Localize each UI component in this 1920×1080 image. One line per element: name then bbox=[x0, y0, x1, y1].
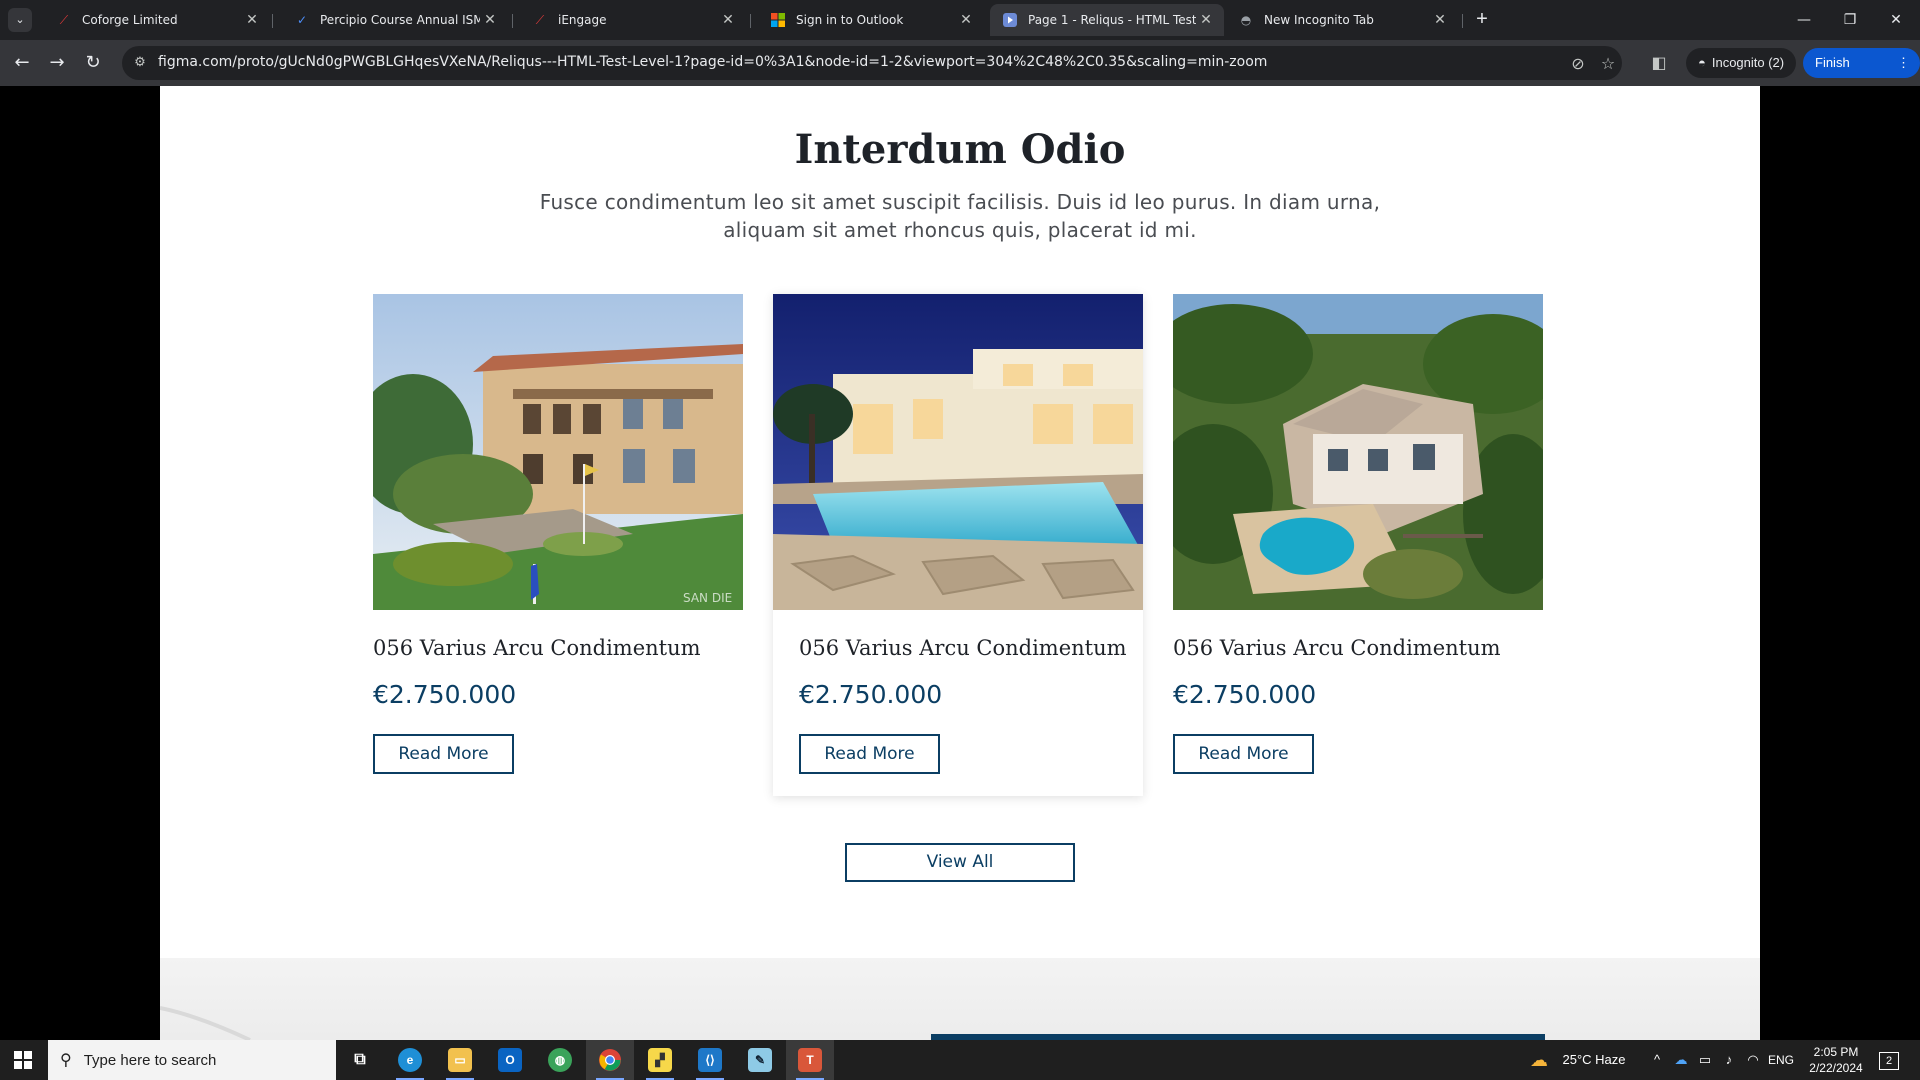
restore-icon[interactable]: ❐ bbox=[1827, 0, 1873, 40]
incognito-icon: ◓ bbox=[1240, 13, 1252, 27]
file-explorer-icon[interactable]: ▭ bbox=[436, 1040, 484, 1080]
property-title[interactable]: 056 Varius Arcu Condimentum bbox=[1173, 636, 1501, 660]
view-all-button[interactable]: View All bbox=[845, 843, 1075, 882]
show-hidden-icons-icon[interactable]: ^ bbox=[1646, 1040, 1668, 1080]
wifi-icon[interactable]: ◠ bbox=[1742, 1040, 1764, 1080]
side-panel-icon[interactable]: ◧ bbox=[1648, 52, 1670, 74]
property-price: €2.750.000 bbox=[799, 680, 943, 709]
windows-taskbar: ⚲ Type here to search ⧉ e ▭ O ◍ ▞ ⟨⟩ ✎ T… bbox=[0, 1040, 1920, 1080]
property-card[interactable]: 056 Varius Arcu Condimentum €2.750.000 R… bbox=[1173, 294, 1543, 796]
property-price: €2.750.000 bbox=[373, 680, 517, 709]
property-photo[interactable] bbox=[1173, 294, 1543, 610]
taskbar-clock[interactable]: 2:05 PM 2/22/2024 bbox=[1796, 1044, 1876, 1076]
vscode-icon[interactable]: ⟨⟩ bbox=[686, 1040, 734, 1080]
property-price: €2.750.000 bbox=[1173, 680, 1317, 709]
browser-toolbar: ← → ↻ ⚙ figma.com/proto/gUcNd0gPWGBLGHqe… bbox=[0, 40, 1920, 100]
microsoft-icon bbox=[770, 12, 786, 28]
address-bar[interactable]: ⚙ figma.com/proto/gUcNd0gPWGBLGHqesVXeNA… bbox=[122, 46, 1622, 80]
bookmark-star-icon[interactable]: ☆ bbox=[1598, 54, 1618, 74]
tab-separator bbox=[1462, 14, 1463, 28]
coforge-icon: ⟋ bbox=[59, 12, 69, 27]
tab-outlook[interactable]: Sign in to Outlook ✕ bbox=[758, 4, 984, 36]
photo-watermark: SAN DIE bbox=[683, 591, 732, 605]
tab-percipio[interactable]: ✓ Percipio Course Annual ISMS C ✕ bbox=[282, 4, 508, 36]
figma-icon bbox=[1002, 12, 1018, 28]
window-close-icon[interactable]: ✕ bbox=[1873, 0, 1919, 40]
tab-coforge[interactable]: ⟋ Coforge Limited ✕ bbox=[44, 4, 270, 36]
incognito-indicator[interactable]: ◓ Incognito (2) bbox=[1686, 48, 1797, 78]
new-tab-button[interactable]: + bbox=[1470, 8, 1494, 32]
property-photo[interactable] bbox=[773, 294, 1143, 610]
read-more-button[interactable]: Read More bbox=[799, 734, 940, 774]
section-title: Interdum Odio bbox=[794, 126, 1126, 173]
url-text[interactable]: figma.com/proto/gUcNd0gPWGBLGHqesVXeNA/R… bbox=[158, 54, 1267, 70]
tab-figma-active[interactable]: Page 1 - Reliqus - HTML Test Le ✕ bbox=[990, 4, 1224, 36]
close-tab-icon[interactable]: ✕ bbox=[1430, 12, 1450, 28]
read-more-button[interactable]: Read More bbox=[1173, 734, 1314, 774]
tab-separator bbox=[272, 14, 273, 28]
search-icon: ⚲ bbox=[60, 1052, 72, 1069]
notepad-icon[interactable]: ✎ bbox=[736, 1040, 784, 1080]
notifications-icon[interactable]: 2 bbox=[1874, 1040, 1904, 1080]
tab-new-incognito[interactable]: ◓ New Incognito Tab ✕ bbox=[1226, 4, 1458, 36]
weather-icon[interactable]: ☁ bbox=[1524, 1040, 1554, 1080]
coforge-icon: ⟋ bbox=[535, 12, 545, 27]
property-photo[interactable]: SAN DIE bbox=[373, 294, 743, 610]
finish-update-button[interactable]: Finish update ⋮ bbox=[1803, 48, 1920, 100]
incognito-icon: ◓ bbox=[1698, 55, 1706, 70]
property-card[interactable]: SAN DIE 056 Varius Arcu Condimentum €2.7… bbox=[373, 294, 743, 796]
browser-tab-strip: ⌄ ⟋ Coforge Limited ✕ ✓ Percipio Course … bbox=[0, 0, 1920, 40]
close-tab-icon[interactable]: ✕ bbox=[1196, 12, 1216, 28]
more-menu-icon[interactable]: ⋮ bbox=[1897, 48, 1910, 78]
taskbar-search-box[interactable]: ⚲ Type here to search bbox=[48, 1040, 336, 1080]
property-card[interactable]: 056 Varius Arcu Condimentum €2.750.000 R… bbox=[773, 294, 1143, 796]
figma-prototype-frame: Interdum Odio Fusce condimentum leo sit … bbox=[160, 86, 1760, 1040]
close-tab-icon[interactable]: ✕ bbox=[480, 12, 500, 28]
forward-icon[interactable]: → bbox=[44, 50, 70, 76]
tab-separator bbox=[512, 14, 513, 28]
weather-text[interactable]: 25°C Haze bbox=[1556, 1040, 1632, 1080]
windows-start-icon[interactable] bbox=[0, 1040, 46, 1080]
globe-app-icon[interactable]: ◍ bbox=[536, 1040, 584, 1080]
teams-icon[interactable]: T bbox=[786, 1040, 834, 1080]
chrome-icon[interactable] bbox=[586, 1040, 634, 1080]
sticky-notes-icon[interactable]: ▞ bbox=[636, 1040, 684, 1080]
close-tab-icon[interactable]: ✕ bbox=[956, 12, 976, 28]
page-viewport: Interdum Odio Fusce condimentum leo sit … bbox=[0, 86, 1920, 1040]
volume-icon[interactable]: ♪ bbox=[1718, 1040, 1740, 1080]
decorative-stroke bbox=[160, 1006, 251, 1040]
edge-icon[interactable]: e bbox=[386, 1040, 434, 1080]
reload-icon[interactable]: ↻ bbox=[80, 50, 106, 76]
close-tab-icon[interactable]: ✕ bbox=[242, 12, 262, 28]
battery-icon[interactable]: ▭ bbox=[1694, 1040, 1716, 1080]
property-title[interactable]: 056 Varius Arcu Condimentum bbox=[373, 636, 701, 660]
task-view-icon[interactable]: ⧉ bbox=[336, 1040, 384, 1080]
tab-iengage[interactable]: ⟋ iEngage ✕ bbox=[520, 4, 746, 36]
section-subtitle: Fusce condimentum leo sit amet suscipit … bbox=[539, 190, 1381, 242]
tab-separator bbox=[750, 14, 751, 28]
site-info-icon[interactable]: ⚙ bbox=[130, 54, 150, 72]
back-icon[interactable]: ← bbox=[9, 50, 35, 76]
language-indicator[interactable]: ENG bbox=[1764, 1040, 1798, 1080]
next-section-background bbox=[160, 958, 1760, 1040]
tab-search-button[interactable]: ⌄ bbox=[8, 8, 32, 32]
property-title[interactable]: 056 Varius Arcu Condimentum bbox=[799, 636, 1127, 660]
read-more-button[interactable]: Read More bbox=[373, 734, 514, 774]
minimize-icon[interactable]: — bbox=[1781, 0, 1827, 40]
onedrive-icon[interactable]: ☁ bbox=[1670, 1040, 1692, 1080]
percipio-icon: ✓ bbox=[296, 13, 308, 27]
eye-off-icon[interactable]: ⊘ bbox=[1568, 54, 1588, 74]
outlook-icon[interactable]: O bbox=[486, 1040, 534, 1080]
close-tab-icon[interactable]: ✕ bbox=[718, 12, 738, 28]
